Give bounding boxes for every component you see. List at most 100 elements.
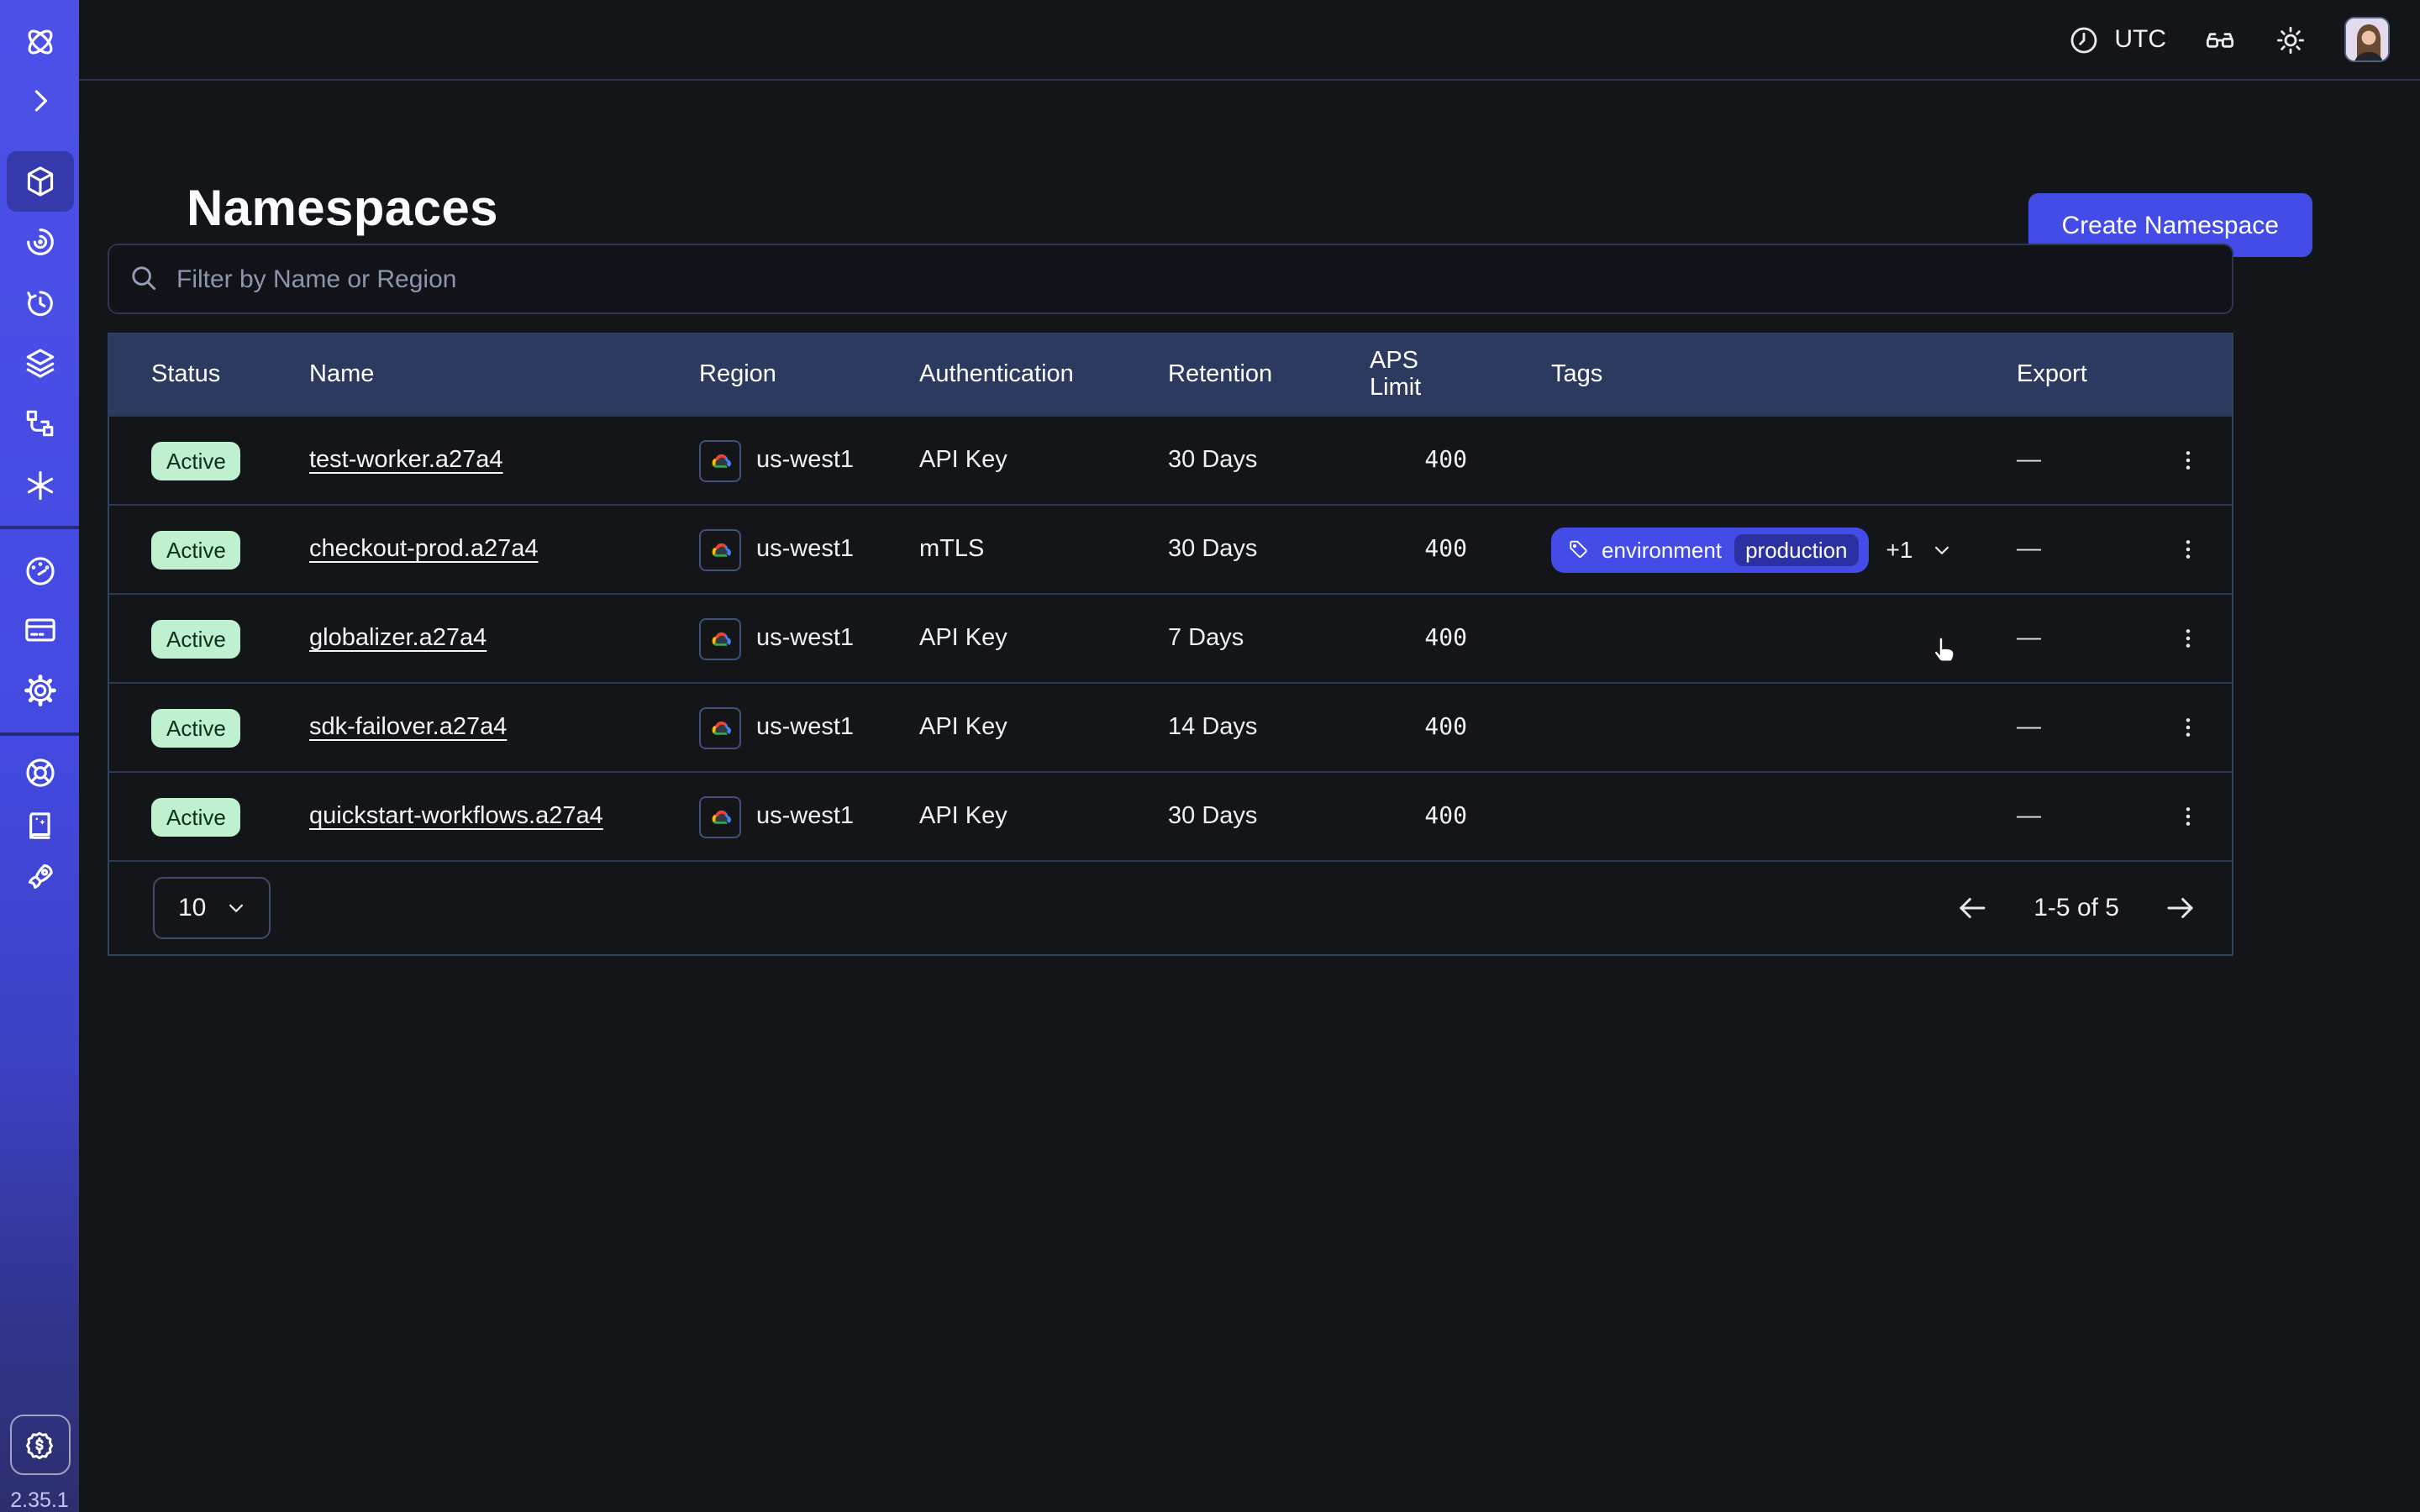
tag-value: production (1733, 533, 1859, 565)
col-header-name: Name (309, 361, 699, 388)
col-header-authentication: Authentication (919, 361, 1168, 388)
export-value: — (2017, 803, 2041, 830)
namespace-link[interactable]: sdk-failover.a27a4 (309, 714, 507, 741)
retention-cell: 14 Days (1168, 714, 1370, 741)
row-actions-kebab-icon[interactable] (2168, 707, 2208, 748)
credits-button[interactable] (9, 1415, 70, 1475)
aps-limit-cell: 400 (1370, 447, 1467, 474)
tags-group: environment production +1 (1551, 527, 1954, 572)
sidebar-item-billing[interactable] (6, 600, 73, 660)
auth-cell: API Key (919, 447, 1168, 474)
sidebar-item-settings[interactable] (6, 660, 73, 721)
table-row[interactable]: Active globalizer.a27a4 us-west1 API Key… (109, 593, 2232, 682)
gear-icon (21, 672, 58, 709)
export-value: — (2017, 447, 2041, 474)
clock-icon (2067, 23, 2101, 56)
tags-expand-chevron-icon[interactable] (1929, 537, 1954, 562)
auth-cell: API Key (919, 625, 1168, 652)
tag-key: environment (1602, 537, 1722, 562)
col-header-export: Export (2007, 361, 2235, 388)
namespace-link[interactable]: checkout-prod.a27a4 (309, 536, 539, 563)
next-page-arrow[interactable] (2163, 890, 2198, 926)
google-cloud-icon (699, 617, 741, 659)
region-label: us-west1 (756, 625, 854, 652)
page-size-select[interactable]: 10 (153, 877, 270, 939)
table-footer: 10 1-5 of 5 (109, 860, 2232, 954)
retention-cell: 30 Days (1168, 447, 1370, 474)
timer-icon (21, 284, 58, 321)
page-size-value: 10 (178, 894, 206, 922)
export-value: — (2017, 714, 2041, 741)
aps-limit-cell: 400 (1370, 536, 1467, 563)
app-version: 2.35.1 (0, 1488, 79, 1512)
sidebar-item-getting-started[interactable] (6, 847, 73, 907)
cube-icon (21, 163, 58, 200)
sidebar-item-namespaces[interactable] (6, 151, 73, 212)
spiral-icon (21, 223, 58, 260)
credit-card-icon (21, 612, 58, 648)
sidebar-item-batch-operations[interactable] (6, 455, 73, 516)
book-sparkles-icon (21, 808, 58, 845)
region-cell: us-west1 (699, 795, 919, 837)
namespace-link[interactable]: quickstart-workflows.a27a4 (309, 803, 603, 830)
sidebar-divider (0, 526, 79, 529)
page-title: Namespaces (187, 181, 498, 239)
status-badge: Active (151, 530, 241, 569)
table-row[interactable]: Active test-worker.a27a4 us-west1 API Ke… (109, 415, 2232, 504)
filter-input[interactable] (108, 244, 2233, 314)
branch-icon (21, 405, 58, 442)
row-actions-kebab-icon[interactable] (2168, 440, 2208, 480)
prev-page-arrow[interactable] (1954, 890, 1990, 926)
chevron-down-icon (223, 895, 248, 921)
sidebar-item-schedules[interactable] (6, 272, 73, 333)
timezone-selector[interactable]: UTC (2067, 23, 2166, 56)
row-actions-kebab-icon[interactable] (2168, 796, 2208, 837)
row-actions-kebab-icon[interactable] (2168, 529, 2208, 570)
sidebar-item-deployments[interactable] (6, 333, 73, 393)
temporal-logo-icon[interactable] (6, 12, 73, 72)
asterisk-icon (21, 467, 58, 504)
region-label: us-west1 (756, 714, 854, 741)
retention-cell: 30 Days (1168, 803, 1370, 830)
auth-cell: API Key (919, 803, 1168, 830)
export-value: — (2017, 536, 2041, 563)
col-header-tags: Tags (1467, 361, 2007, 388)
layers-icon (21, 344, 58, 381)
namespace-link[interactable]: globalizer.a27a4 (309, 625, 487, 652)
more-tags-count: +1 (1886, 536, 1913, 563)
col-header-retention: Retention (1168, 361, 1370, 388)
tag-chip[interactable]: environment production (1551, 527, 1870, 572)
region-label: us-west1 (756, 447, 854, 474)
table-header: Status Name Region Authentication Retent… (109, 334, 2232, 415)
col-header-region: Region (699, 361, 919, 388)
row-actions-kebab-icon[interactable] (2168, 618, 2208, 659)
tag-icon (1566, 538, 1590, 561)
gauge-icon (21, 553, 58, 590)
col-header-status: Status (109, 361, 309, 388)
status-badge: Active (151, 797, 241, 836)
auth-cell: API Key (919, 714, 1168, 741)
filter-bar (108, 244, 2233, 314)
retention-cell: 30 Days (1168, 536, 1370, 563)
search-icon (128, 262, 160, 294)
user-avatar[interactable] (2344, 17, 2390, 62)
table-row[interactable]: Active sdk-failover.a27a4 us-west1 API K… (109, 682, 2232, 771)
sidebar-item-workflows[interactable] (6, 212, 73, 272)
region-cell: us-west1 (699, 706, 919, 748)
namespace-link[interactable]: test-worker.a27a4 (309, 447, 503, 474)
sidebar-expand-chevron-icon[interactable] (6, 71, 73, 131)
namespaces-page: 2.35.1 UTC (0, 0, 2420, 1512)
retention-cell: 7 Days (1168, 625, 1370, 652)
rocket-icon (21, 858, 58, 895)
lifebuoy-icon (21, 754, 58, 791)
sidebar-item-nexus[interactable] (6, 393, 73, 454)
region-cell: us-west1 (699, 528, 919, 570)
region-label: us-west1 (756, 803, 854, 830)
sidebar-item-usage[interactable] (6, 541, 73, 601)
glasses-icon[interactable] (2203, 23, 2237, 56)
table-row[interactable]: Active quickstart-workflows.a27a4 us-wes… (109, 771, 2232, 860)
sidebar-item-support[interactable] (6, 743, 73, 803)
table-row[interactable]: Active checkout-prod.a27a4 us-west1 mTLS… (109, 504, 2232, 593)
sun-icon[interactable] (2274, 23, 2307, 56)
region-label: us-west1 (756, 536, 854, 563)
